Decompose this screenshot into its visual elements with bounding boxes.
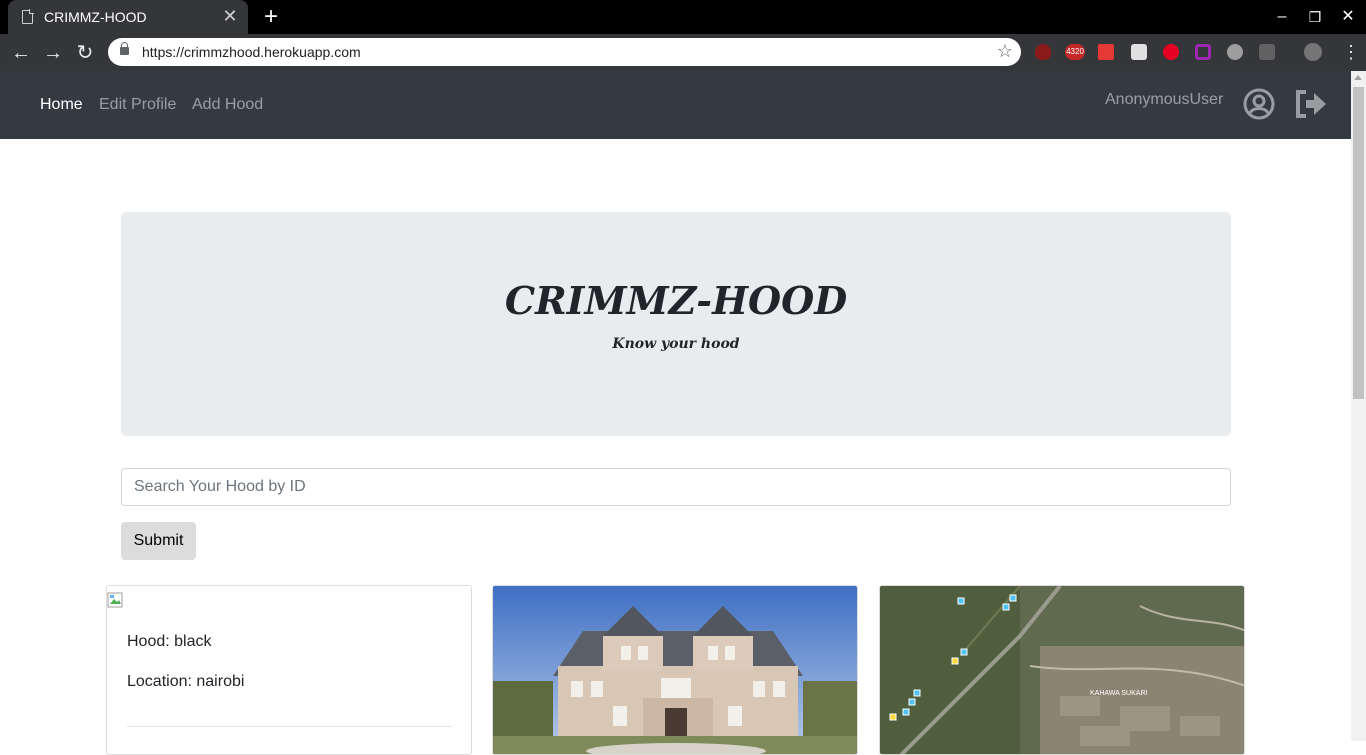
lock-icon (120, 42, 129, 55)
site-navbar: Home Edit Profile Add Hood AnonymousUser (0, 71, 1351, 139)
submit-button[interactable]: Submit (121, 522, 196, 560)
tiles-icon[interactable] (1131, 44, 1147, 60)
browser-tab[interactable]: CRIMMZ-HOOD ✕ (8, 0, 248, 34)
hero-subtitle: Know your hood (612, 336, 740, 352)
hero-title: CRIMMZ-HOOD (504, 278, 848, 323)
counter-icon[interactable]: 4320 (1065, 44, 1085, 60)
nav-username[interactable]: AnonymousUser (1105, 91, 1223, 109)
bookmark-star-icon[interactable]: ☆ (997, 41, 1013, 62)
house-card[interactable] (492, 585, 858, 755)
user-circle-icon[interactable] (1243, 88, 1275, 120)
nav-home[interactable]: Home (40, 96, 83, 114)
window-close-button[interactable]: ✕ (1338, 6, 1358, 28)
back-button[interactable]: ← (8, 40, 34, 66)
forward-button[interactable]: → (40, 40, 66, 66)
satellite-map-photo[interactable]: KAHAWA SUKARI (880, 586, 1245, 755)
purple-square-icon[interactable] (1195, 44, 1211, 60)
tab-close-icon[interactable]: ✕ (220, 6, 240, 26)
scroll-thumb[interactable] (1353, 87, 1364, 399)
search-input[interactable] (121, 468, 1231, 506)
url-text[interactable]: https://crimmzhood.herokuapp.com (142, 44, 361, 60)
browser-menu-icon[interactable]: ⋮ (1342, 43, 1360, 61)
card-divider (127, 726, 452, 727)
hood-name: Hood: black (127, 633, 212, 650)
hero-jumbotron: CRIMMZ-HOOD Know your hood (121, 212, 1231, 436)
nav-add-hood[interactable]: Add Hood (192, 96, 263, 114)
profile-avatar-icon[interactable] (1304, 43, 1322, 61)
cloud-icon[interactable] (1227, 44, 1243, 60)
map-label: KAHAWA SUKARI (1090, 690, 1147, 697)
address-bar[interactable]: https://crimmzhood.herokuapp.com ☆ (108, 38, 1021, 66)
sign-out-icon[interactable] (1294, 88, 1328, 120)
video-icon[interactable] (1098, 44, 1114, 60)
page-scrollbar[interactable] (1351, 71, 1366, 741)
broken-image-icon (107, 592, 123, 608)
new-tab-button[interactable]: + (260, 4, 282, 30)
pinterest-icon[interactable] (1163, 44, 1179, 60)
minimize-button[interactable]: – (1272, 6, 1292, 28)
house-photo[interactable] (493, 586, 858, 755)
browser-toolbar: ← → ↻ https://crimmzhood.herokuapp.com ☆… (0, 34, 1366, 71)
scroll-up-arrow-icon[interactable] (1354, 75, 1362, 80)
map-card[interactable]: KAHAWA SUKARI (879, 585, 1245, 755)
ublock-icon[interactable] (1035, 44, 1051, 60)
maximize-button[interactable]: ❐ (1305, 6, 1325, 28)
reload-button[interactable]: ↻ (72, 40, 98, 66)
tab-title: CRIMMZ-HOOD (44, 9, 147, 25)
hood-location: Location: nairobi (127, 673, 245, 690)
hood-card: Hood: black Location: nairobi (106, 585, 472, 755)
box-icon[interactable] (1259, 44, 1275, 60)
browser-tab-strip: CRIMMZ-HOOD ✕ + – ❐ ✕ (0, 0, 1366, 34)
document-icon (22, 9, 34, 24)
nav-edit-profile[interactable]: Edit Profile (99, 96, 176, 114)
